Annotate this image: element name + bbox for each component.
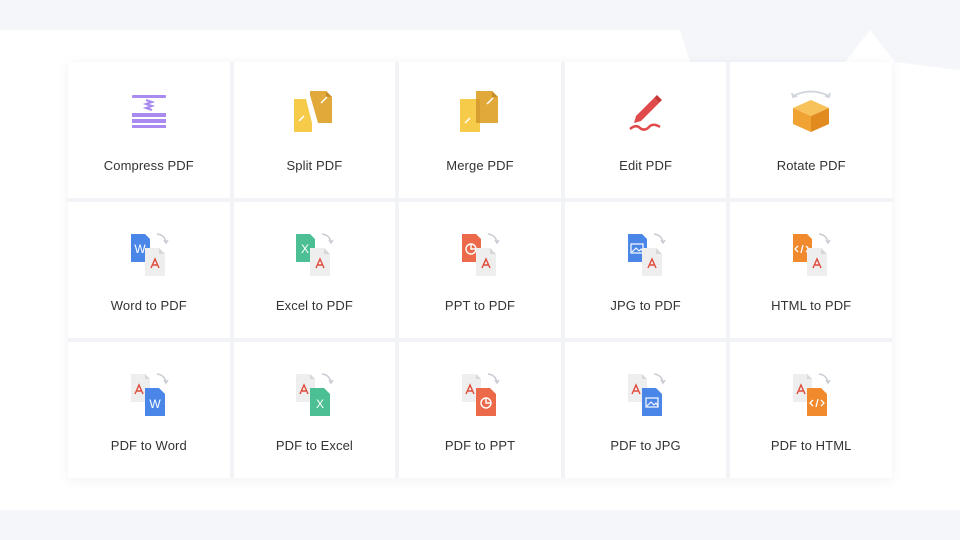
tool-label: PDF to HTML [770, 438, 852, 453]
tools-grid: Compress PDF Split PDF Merge PDF Edit PD… [68, 62, 892, 478]
tool-card-edit-pdf[interactable]: Edit PDF [564, 62, 727, 198]
tool-card-pdf-to-ppt[interactable]: PDF to PPT [399, 342, 561, 478]
excel-to-pdf-icon: X [288, 226, 340, 278]
tool-card-word-to-pdf[interactable]: W Word to PDF [68, 202, 230, 338]
tool-label: PDF to Word [110, 438, 187, 453]
compress-icon [123, 86, 175, 138]
tool-label: Compress PDF [103, 158, 194, 173]
tool-label: PDF to JPG [610, 438, 681, 453]
tool-label: PDF to Excel [275, 438, 353, 453]
tool-label: PDF to PPT [444, 438, 516, 453]
tool-label: HTML to PDF [771, 298, 852, 313]
rotate-cube-icon [785, 86, 837, 138]
tool-card-pdf-to-excel[interactable]: X PDF to Excel [233, 342, 396, 478]
tool-label: Split PDF [286, 158, 343, 173]
edit-pencil-icon [620, 86, 672, 138]
tool-card-pdf-to-word[interactable]: W PDF to Word [68, 342, 230, 478]
pdf-to-jpg-icon [620, 366, 672, 418]
pdf-to-word-icon: W [123, 366, 175, 418]
tool-card-ppt-to-pdf[interactable]: PPT to PDF [399, 202, 561, 338]
svg-text:X: X [316, 397, 324, 411]
jpg-to-pdf-icon [620, 226, 672, 278]
svg-text:W: W [149, 397, 161, 411]
tool-card-pdf-to-html[interactable]: PDF to HTML [730, 342, 892, 478]
tool-label: PPT to PDF [444, 298, 516, 313]
ppt-to-pdf-icon [454, 226, 506, 278]
tool-card-split-pdf[interactable]: Split PDF [233, 62, 396, 198]
background-bottom-band [0, 510, 960, 540]
tool-label: Merge PDF [446, 158, 514, 173]
tool-card-html-to-pdf[interactable]: HTML to PDF [730, 202, 892, 338]
pdf-to-excel-icon: X [288, 366, 340, 418]
tool-label: Word to PDF [110, 298, 187, 313]
tool-label: JPG to PDF [610, 298, 681, 313]
tool-label: Excel to PDF [275, 298, 353, 313]
tool-label: Rotate PDF [776, 158, 846, 173]
merge-icon [454, 86, 506, 138]
tool-card-merge-pdf[interactable]: Merge PDF [399, 62, 561, 198]
tool-card-excel-to-pdf[interactable]: X Excel to PDF [233, 202, 396, 338]
tool-card-jpg-to-pdf[interactable]: JPG to PDF [564, 202, 727, 338]
split-icon [288, 86, 340, 138]
html-to-pdf-icon [785, 226, 837, 278]
tool-card-pdf-to-jpg[interactable]: PDF to JPG [564, 342, 727, 478]
tool-card-compress-pdf[interactable]: Compress PDF [68, 62, 230, 198]
tool-card-rotate-pdf[interactable]: Rotate PDF [730, 62, 892, 198]
svg-text:X: X [301, 242, 309, 256]
pdf-to-ppt-icon [454, 366, 506, 418]
background-top-band [0, 0, 960, 30]
tool-label: Edit PDF [619, 158, 672, 173]
pdf-to-html-icon [785, 366, 837, 418]
word-to-pdf-icon: W [123, 226, 175, 278]
svg-text:W: W [134, 242, 146, 256]
